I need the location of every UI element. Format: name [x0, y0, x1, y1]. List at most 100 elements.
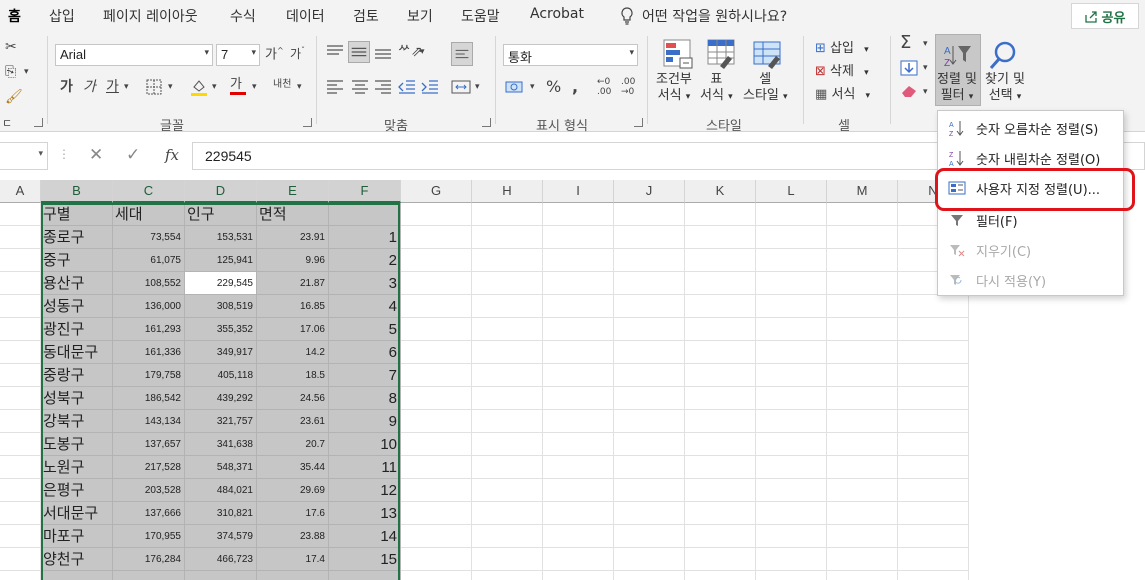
empty-cell[interactable] [827, 502, 898, 525]
tab-page-layout[interactable]: 페이지 레이아웃 [103, 6, 198, 26]
value-cell[interactable]: 341,638 [185, 433, 257, 456]
value-cell[interactable]: 310,821 [185, 502, 257, 525]
value-cell[interactable]: 179,758 [113, 364, 185, 387]
menu-item-sort-ascending[interactable]: AZ 숫자 오름차순 정렬(S) [938, 113, 1123, 143]
empty-cell[interactable] [401, 433, 472, 456]
empty-cell[interactable] [543, 456, 614, 479]
empty-cell[interactable] [543, 203, 614, 226]
empty-cell[interactable] [0, 364, 41, 387]
empty-cell[interactable] [614, 548, 685, 571]
empty-cell[interactable] [472, 502, 543, 525]
value-cell[interactable]: 17.06 [257, 318, 329, 341]
empty-cell[interactable] [401, 364, 472, 387]
empty-cell[interactable] [472, 433, 543, 456]
empty-cell[interactable] [685, 226, 756, 249]
delete-cells-button[interactable]: ⊠ 삭제 ▾ [815, 60, 869, 79]
value-cell[interactable]: 203,528 [113, 479, 185, 502]
tab-data[interactable]: 데이터 [286, 6, 325, 26]
column-header-e[interactable]: E [257, 180, 329, 203]
empty-cell[interactable] [685, 571, 756, 580]
format-painter-icon[interactable]: 🖌 [5, 90, 23, 104]
empty-cell[interactable] [827, 272, 898, 295]
phonetic-dropdown-icon[interactable]: ▾ [297, 83, 302, 92]
cut-icon[interactable]: ✂ [5, 40, 17, 54]
empty-cell[interactable] [614, 295, 685, 318]
empty-cell[interactable] [401, 479, 472, 502]
empty-cell[interactable] [614, 456, 685, 479]
value-cell[interactable]: 321,757 [185, 410, 257, 433]
value-cell[interactable]: 16.85 [257, 295, 329, 318]
empty-cell[interactable] [898, 295, 969, 318]
value-cell[interactable]: 137,657 [113, 433, 185, 456]
empty-cell[interactable] [685, 456, 756, 479]
format-as-table-button[interactable]: 표 서식 ▾ [700, 72, 733, 105]
conditional-formatting-icon[interactable] [662, 38, 694, 70]
empty-cell[interactable] [614, 479, 685, 502]
empty-cell[interactable] [401, 272, 472, 295]
empty-cell[interactable] [827, 479, 898, 502]
empty-cell[interactable] [0, 433, 41, 456]
alignment-launcher-icon[interactable] [482, 118, 491, 127]
empty-cell[interactable] [685, 203, 756, 226]
active-cell[interactable]: 229,545 [185, 272, 257, 295]
district-cell[interactable]: 노원구 [41, 456, 113, 479]
find-select-button[interactable]: 찾기 및 선택 ▾ [985, 72, 1025, 105]
empty-cell[interactable] [401, 548, 472, 571]
empty-cell[interactable] [0, 479, 41, 502]
orientation-dropdown-icon[interactable]: ▾ [420, 48, 425, 57]
cell-styles-button[interactable]: 셀 스타일 ▾ [743, 72, 788, 105]
district-cell[interactable]: 중랑구 [41, 364, 113, 387]
name-box[interactable]: ▾ [0, 142, 48, 170]
empty-cell[interactable] [401, 456, 472, 479]
font-color-dropdown-icon[interactable]: ▾ [252, 83, 257, 92]
column-header-c[interactable]: C [113, 180, 185, 203]
empty-cell[interactable] [0, 249, 41, 272]
district-cell[interactable]: 광진구 [41, 318, 113, 341]
empty-cell[interactable] [543, 318, 614, 341]
tab-insert[interactable]: 삽입 [49, 6, 75, 26]
insert-function-icon[interactable]: fx [165, 146, 179, 164]
empty-cell[interactable] [756, 548, 827, 571]
column-header-f[interactable]: F [329, 180, 401, 203]
column-header-k[interactable]: K [685, 180, 756, 203]
rank-cell[interactable]: 15 [329, 548, 401, 571]
empty-cell[interactable] [401, 226, 472, 249]
align-right-icon[interactable] [373, 79, 393, 95]
empty-cell[interactable] [0, 295, 41, 318]
empty-cell[interactable] [898, 387, 969, 410]
empty-cell[interactable] [0, 341, 41, 364]
empty-cell[interactable] [472, 479, 543, 502]
comma-style-icon[interactable]: , [572, 79, 578, 95]
empty-cell[interactable] [614, 341, 685, 364]
copy-icon[interactable]: ⎘ [5, 65, 16, 79]
menu-item-custom-sort[interactable]: 사용자 지정 정렬(U)... [938, 173, 1123, 203]
empty-cell[interactable] [898, 548, 969, 571]
empty-cell[interactable] [614, 571, 685, 580]
empty-cell[interactable] [543, 433, 614, 456]
empty-cell[interactable] [0, 456, 41, 479]
empty-cell[interactable] [543, 548, 614, 571]
header-cell[interactable]: 세대 [113, 203, 185, 226]
empty-cell[interactable] [685, 249, 756, 272]
name-box-dropdown-icon[interactable]: ▾ [38, 149, 43, 159]
font-name-box[interactable]: Arial ▾ [55, 44, 213, 66]
autosum-dropdown-icon[interactable]: ▾ [923, 40, 928, 49]
cancel-icon[interactable]: ✕ [89, 145, 103, 165]
empty-cell[interactable] [472, 525, 543, 548]
empty-cell[interactable] [898, 456, 969, 479]
rank-cell[interactable]: 12 [329, 479, 401, 502]
empty-cell[interactable] [401, 525, 472, 548]
empty-cell[interactable] [685, 387, 756, 410]
clear-dropdown-icon[interactable]: ▾ [923, 88, 928, 97]
empty-cell[interactable] [472, 341, 543, 364]
empty-cell[interactable] [756, 341, 827, 364]
empty-cell[interactable] [827, 364, 898, 387]
empty-cell[interactable] [614, 203, 685, 226]
cell-styles-icon[interactable] [752, 38, 784, 70]
rank-cell[interactable]: 13 [329, 502, 401, 525]
empty-cell[interactable] [543, 571, 614, 580]
empty-cell[interactable] [543, 295, 614, 318]
empty-cell[interactable] [543, 272, 614, 295]
tab-home[interactable]: 홈 [8, 6, 21, 26]
value-cell[interactable]: 374,579 [185, 525, 257, 548]
